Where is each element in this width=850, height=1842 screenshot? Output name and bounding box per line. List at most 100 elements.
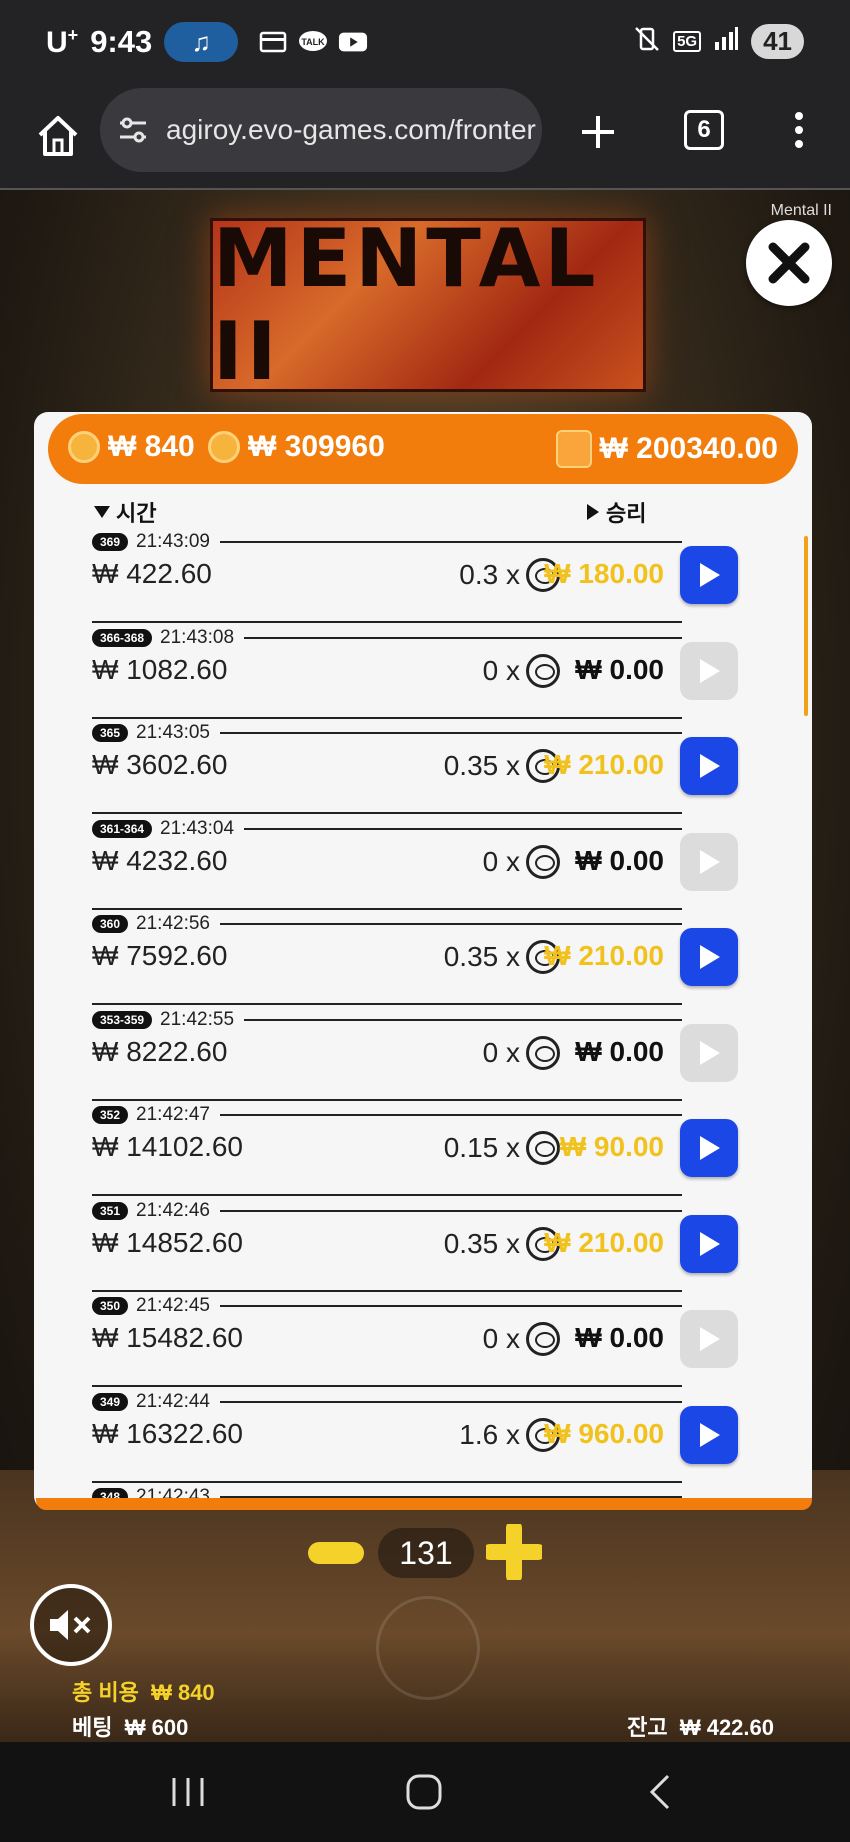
divider	[220, 732, 682, 734]
system-nav-bar	[0, 1742, 850, 1842]
row-meta: 366-368 21:43:08	[92, 626, 682, 650]
carrier-label: U+	[46, 24, 79, 59]
row-meta: 351 21:42:46	[92, 1199, 682, 1223]
history-row: 360 21:42:56 ₩ 7592.60 0.35 x ₩ 210.00	[92, 910, 760, 1005]
replay-play-icon[interactable]	[680, 737, 738, 795]
round-badge: 366-368	[92, 628, 153, 647]
row-meta: 353-359 21:42:55	[92, 1008, 682, 1032]
decrease-button[interactable]	[308, 1542, 364, 1564]
win-amount: ₩ 210.00	[544, 749, 664, 780]
address-bar[interactable]: agiroy.evo-games.com/fronter	[100, 88, 542, 172]
round-time: 21:43:08	[160, 626, 235, 648]
total-cost-info: 총 비용 ₩ 840	[72, 1680, 215, 1705]
round-time: 21:43:05	[136, 722, 210, 743]
new-tab-plus-icon[interactable]	[578, 112, 618, 152]
round-badge: 351	[92, 1201, 129, 1220]
history-list[interactable]: 369 21:43:09 ₩ 422.60 0.3 x ₩ 180.00 366-368 2…	[92, 528, 760, 1498]
sort-by-win-header[interactable]: 승리	[586, 496, 646, 528]
coin-icon	[68, 431, 100, 463]
balance-amount: ₩ 14102.60	[92, 1131, 243, 1162]
divider	[220, 923, 682, 925]
history-row: 352 21:42:47 ₩ 14102.60 0.15 x ₩ 90.00	[92, 1101, 760, 1196]
win-amount: ₩ 0.00	[575, 1035, 664, 1067]
multiplier-value: 0.3 x	[459, 559, 520, 590]
chip-icon	[526, 1131, 560, 1165]
multiplier: 0 x	[483, 1322, 560, 1356]
total-cost-value: ₩ 309960	[248, 430, 385, 463]
replay-play-icon[interactable]	[680, 546, 738, 604]
round-time: 21:43:09	[136, 531, 210, 552]
site-settings-icon[interactable]	[116, 113, 150, 147]
round-badge: 349	[92, 1392, 129, 1411]
divider	[244, 636, 682, 639]
bet-cost-value: ₩ 840	[108, 430, 195, 463]
multiplier: 0.15 x	[444, 1131, 560, 1165]
round-badge: 369	[92, 533, 129, 551]
wallet-card-icon	[258, 29, 288, 55]
row-meta: 369 21:43:09	[92, 530, 682, 554]
replay-play-icon[interactable]	[680, 1214, 738, 1273]
balance-amount: ₩ 14852.60	[92, 1226, 243, 1258]
win-amount: ₩ 0.00	[575, 653, 664, 685]
mute-vibrate-icon	[633, 25, 661, 58]
close-icon[interactable]	[746, 220, 832, 306]
balance-info: 잔고 ₩ 422.60	[627, 1715, 774, 1740]
battery-indicator: 41	[751, 24, 804, 59]
round-time: 21:42:43	[136, 1486, 210, 1498]
round-time: 21:42:45	[136, 1295, 210, 1316]
replay-play-icon[interactable]	[680, 928, 738, 986]
kakaotalk-icon: TALK	[298, 29, 328, 55]
row-meta: 350 21:42:45	[92, 1294, 682, 1318]
sort-by-time-header[interactable]: 시간	[94, 496, 156, 528]
replay-play-icon[interactable]	[680, 1119, 738, 1177]
clock: 9:43	[90, 24, 153, 59]
round-time: 21:42:46	[136, 1199, 210, 1221]
win-amount: ₩ 210.00	[544, 940, 664, 971]
history-row: 366-368 21:43:08 ₩ 1082.60 0 x ₩ 0.00	[92, 624, 760, 719]
balance-bar: ₩ 840 ₩ 309960 ₩ 200340.00	[48, 414, 798, 484]
history-row: 365 21:43:05 ₩ 3602.60 0.35 x ₩ 210.00	[92, 719, 760, 814]
divider	[244, 1018, 682, 1021]
network-5g-icon: 5G	[673, 31, 702, 52]
round-badge: 353-359	[92, 1010, 153, 1029]
history-row: 353-359 21:42:55 ₩ 8222.60 0 x ₩ 0.00	[92, 1006, 760, 1101]
divider	[220, 1209, 682, 1212]
coin-icon	[208, 431, 240, 463]
scrollbar[interactable]	[804, 536, 808, 716]
music-note-icon: ♫	[164, 22, 239, 62]
replay-play-icon	[680, 832, 738, 891]
multiplier-value: 0.35 x	[443, 941, 520, 972]
replay-play-icon[interactable]	[680, 1405, 738, 1464]
divider	[220, 1305, 682, 1307]
round-time: 21:42:55	[160, 1008, 235, 1030]
spin-button[interactable]	[376, 1596, 480, 1700]
sort-down-icon	[94, 506, 110, 518]
history-row: 361-364 21:43:04 ₩ 4232.60 0 x ₩ 0.00	[92, 815, 760, 910]
menu-dots-icon[interactable]	[790, 110, 808, 150]
row-meta: 360 21:42:56	[92, 912, 682, 936]
multiplier-value: 0.35 x	[443, 750, 520, 781]
svg-text:TALK: TALK	[302, 37, 326, 47]
divider	[220, 541, 682, 543]
mute-icon[interactable]	[30, 1584, 112, 1666]
game-name-label: Mental II	[770, 202, 832, 219]
back-icon[interactable]	[640, 1772, 684, 1812]
increase-button[interactable]	[482, 1520, 546, 1584]
recents-icon[interactable]	[166, 1772, 210, 1812]
multiplier-value: 0 x	[482, 845, 520, 877]
multiplier: 0 x	[483, 1035, 560, 1070]
divider	[244, 827, 682, 830]
tab-switcher-button[interactable]: 6	[684, 110, 724, 150]
round-badge: 361-364	[92, 819, 153, 838]
url-text: agiroy.evo-games.com/fronter	[166, 114, 536, 145]
home-nav-icon[interactable]	[402, 1772, 446, 1812]
browser-toolbar: agiroy.evo-games.com/fronter 6	[0, 86, 850, 190]
balance-amount: ₩ 1082.60	[92, 653, 228, 685]
divider	[220, 1400, 682, 1403]
round-time: 21:42:47	[136, 1104, 210, 1125]
home-icon[interactable]	[30, 108, 86, 164]
round-badge: 348	[92, 1488, 129, 1498]
balance-amount: ₩ 15482.60	[92, 1322, 243, 1353]
history-row: 349 21:42:44 ₩ 16322.60 1.6 x ₩ 960.00	[92, 1388, 760, 1483]
replay-play-icon	[680, 641, 738, 700]
